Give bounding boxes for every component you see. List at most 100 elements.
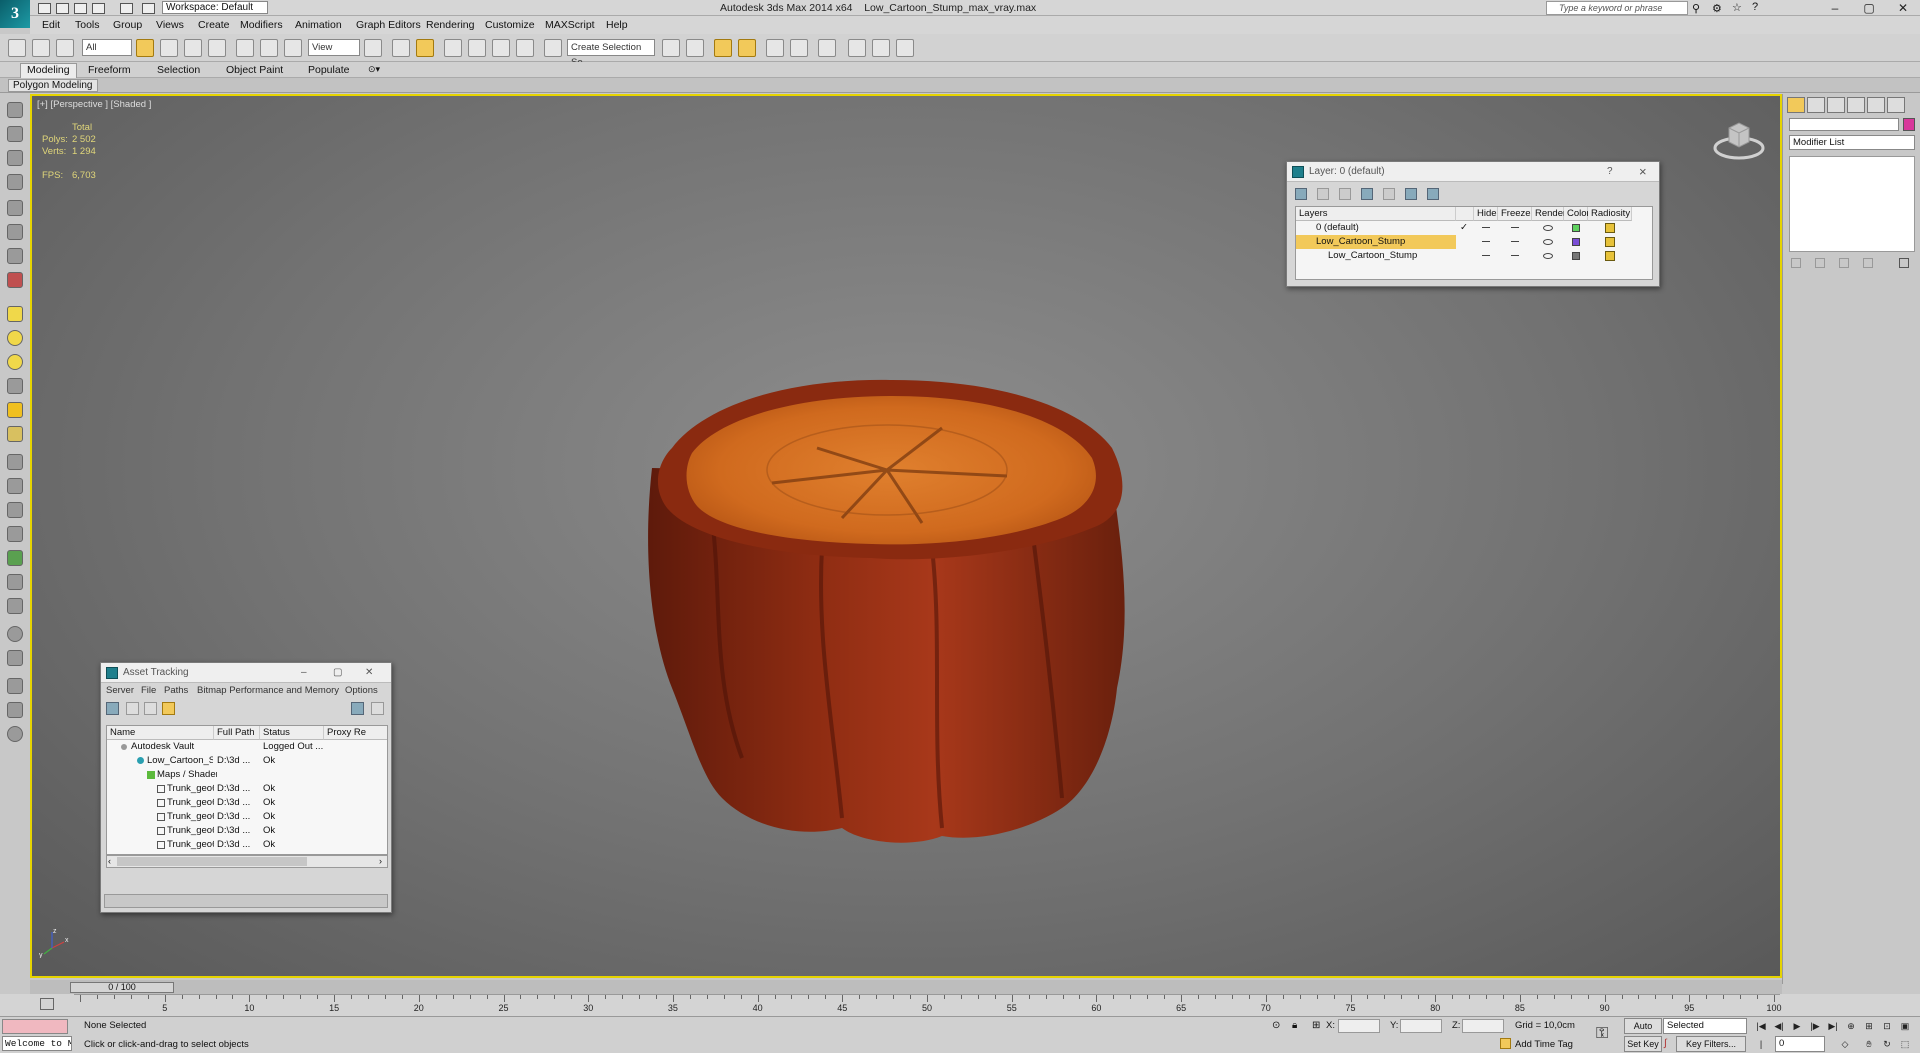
- pivot-center-icon[interactable]: [364, 39, 382, 57]
- hierarchy-tab-icon[interactable]: [1827, 97, 1845, 113]
- col-render[interactable]: Render: [1532, 207, 1566, 221]
- render-production-icon[interactable]: [896, 39, 914, 57]
- tab-populate[interactable]: Populate: [308, 64, 349, 76]
- default-in-out-icon[interactable]: ∫: [1664, 1038, 1667, 1049]
- make-unique-icon[interactable]: [1839, 258, 1849, 268]
- particle-tool-icon[interactable]: [7, 478, 23, 494]
- mirror-icon[interactable]: [662, 39, 680, 57]
- helper-tool-icon[interactable]: [7, 224, 23, 240]
- table-view-icon[interactable]: [162, 702, 175, 715]
- tab-object-paint[interactable]: Object Paint: [226, 64, 283, 76]
- asset-menu-paths[interactable]: Paths: [164, 683, 188, 699]
- graphite-tool-icon[interactable]: [7, 102, 23, 118]
- selection-filter-dropdown[interactable]: All: [82, 39, 132, 56]
- spacewarp-tool-icon[interactable]: [7, 248, 23, 264]
- link-icon[interactable]: [8, 39, 26, 57]
- workspace-dropdown[interactable]: Workspace: Default: [162, 1, 268, 14]
- asset-row[interactable]: Low_Cartoon_Stum... D:\3d ... Ok: [107, 754, 387, 768]
- field-of-view-icon[interactable]: ◇: [1838, 1038, 1852, 1050]
- layer-manager-icon[interactable]: [714, 39, 732, 57]
- isolate-icon[interactable]: ⊙: [1272, 1020, 1280, 1031]
- col-radiosity[interactable]: Radiosity: [1588, 207, 1632, 221]
- layer-color-swatch[interactable]: [1572, 252, 1580, 260]
- add-to-layer-icon[interactable]: [1339, 188, 1351, 200]
- modify-tab-icon[interactable]: [1807, 97, 1825, 113]
- layer-panel-title-bar[interactable]: Layer: 0 (default) ? ×: [1287, 162, 1659, 182]
- menu-customize[interactable]: Customize: [485, 19, 535, 31]
- asset-close-button[interactable]: ✕: [365, 663, 373, 683]
- rectangular-selection-icon[interactable]: [184, 39, 202, 57]
- object-name[interactable]: Low_Cartoon_Stump: [1296, 249, 1456, 263]
- zoom-extents-icon[interactable]: ⊡: [1880, 1020, 1894, 1032]
- reference-coordinate-dropdown[interactable]: View: [308, 39, 360, 56]
- menu-help[interactable]: Help: [606, 19, 628, 31]
- maxscript-listener-input[interactable]: Welcome to M: [2, 1036, 72, 1051]
- modifier-stack[interactable]: [1789, 156, 1915, 252]
- create-layer-icon[interactable]: [1295, 188, 1307, 200]
- reactor-tool-icon[interactable]: [7, 574, 23, 590]
- curve-editor-icon[interactable]: [766, 39, 784, 57]
- material-editor-icon[interactable]: [818, 39, 836, 57]
- plane-tool-icon[interactable]: [7, 306, 23, 322]
- bind-space-warp-icon[interactable]: [56, 39, 74, 57]
- cylinder-tool-icon[interactable]: [7, 174, 23, 190]
- remove-modifier-icon[interactable]: [1863, 258, 1873, 268]
- set-key-mode-icon[interactable]: ⚿: [1596, 1025, 1608, 1043]
- asset-menu-options[interactable]: Options: [345, 683, 378, 699]
- layer-object-row[interactable]: Low_Cartoon_Stump: [1296, 249, 1654, 263]
- object-color-swatch[interactable]: [1903, 118, 1915, 131]
- col-layers[interactable]: Layers: [1296, 207, 1456, 221]
- keyword-search-input[interactable]: Type a keyword or phrase: [1546, 1, 1688, 15]
- binoculars-icon[interactable]: ⚲: [1692, 2, 1700, 15]
- select-by-name-icon[interactable]: [160, 39, 178, 57]
- asset-row[interactable]: Autodesk Vault Logged Out ...: [107, 740, 387, 754]
- add-time-tag[interactable]: Add Time Tag: [1515, 1039, 1573, 1050]
- pan-view-icon[interactable]: ✋︎: [1862, 1038, 1876, 1050]
- render-toggle-icon[interactable]: [1543, 253, 1553, 259]
- menu-maxscript[interactable]: MAXScript: [545, 19, 595, 31]
- col-hide[interactable]: Hide: [1474, 207, 1498, 221]
- freeze-toggle[interactable]: [1511, 227, 1519, 228]
- menu-modifiers[interactable]: Modifiers: [240, 19, 283, 31]
- asset-maximize-button[interactable]: ▢: [333, 663, 342, 683]
- unlink-icon[interactable]: [32, 39, 50, 57]
- redo-icon[interactable]: [120, 3, 133, 14]
- select-manipulate-icon[interactable]: [392, 39, 410, 57]
- maximize-button[interactable]: ▢: [1852, 0, 1886, 16]
- motion-tab-icon[interactable]: [1847, 97, 1865, 113]
- previous-frame-icon[interactable]: ◀|: [1772, 1020, 1786, 1032]
- configure-sets-icon[interactable]: [1899, 258, 1909, 268]
- col-current[interactable]: [1456, 207, 1474, 221]
- menu-views[interactable]: Views: [156, 19, 184, 31]
- key-mode-icon[interactable]: |◀▶: [1754, 1038, 1768, 1053]
- favorites-icon[interactable]: ☆: [1732, 1, 1742, 14]
- align-icon[interactable]: [686, 39, 704, 57]
- layers-tool-icon[interactable]: [7, 702, 23, 718]
- circle-tool-icon[interactable]: [7, 330, 23, 346]
- asset-row[interactable]: Trunk_geo6_I... D:\3d ... Ok: [107, 810, 387, 824]
- window-crossing-icon[interactable]: [208, 39, 226, 57]
- maxscript-listener-top[interactable]: [2, 1019, 68, 1034]
- viewcube-icon[interactable]: [1712, 114, 1766, 162]
- display-tab-icon[interactable]: [1867, 97, 1885, 113]
- menu-rendering[interactable]: Rendering: [426, 19, 474, 31]
- time-tag-icon[interactable]: [1500, 1038, 1511, 1049]
- play-icon[interactable]: ▶: [1790, 1020, 1804, 1032]
- highlight-layer-icon[interactable]: [1383, 188, 1395, 200]
- col-full-path[interactable]: Full Path: [214, 726, 260, 740]
- target-light-icon[interactable]: [7, 426, 23, 442]
- layer-close-button[interactable]: ×: [1639, 162, 1647, 182]
- freeze-toggle[interactable]: [1511, 255, 1519, 256]
- absolute-mode-icon[interactable]: ⊞: [1312, 1020, 1320, 1031]
- hide-toggle[interactable]: [1482, 255, 1490, 256]
- save-file-icon[interactable]: [74, 3, 87, 14]
- zoom-extents-all-icon[interactable]: ▣: [1898, 1020, 1912, 1032]
- asset-menu-file[interactable]: File: [141, 683, 156, 699]
- spinner-snap-icon[interactable]: [516, 39, 534, 57]
- freeze-toggle[interactable]: [1511, 241, 1519, 242]
- tree-view-icon[interactable]: [144, 702, 157, 715]
- utility-tool-icon[interactable]: [7, 678, 23, 694]
- layer-row[interactable]: 0 (default) ✓: [1296, 221, 1654, 235]
- ribbon-options-icon[interactable]: ⊙▾: [368, 64, 380, 75]
- undo-icon[interactable]: [92, 3, 105, 14]
